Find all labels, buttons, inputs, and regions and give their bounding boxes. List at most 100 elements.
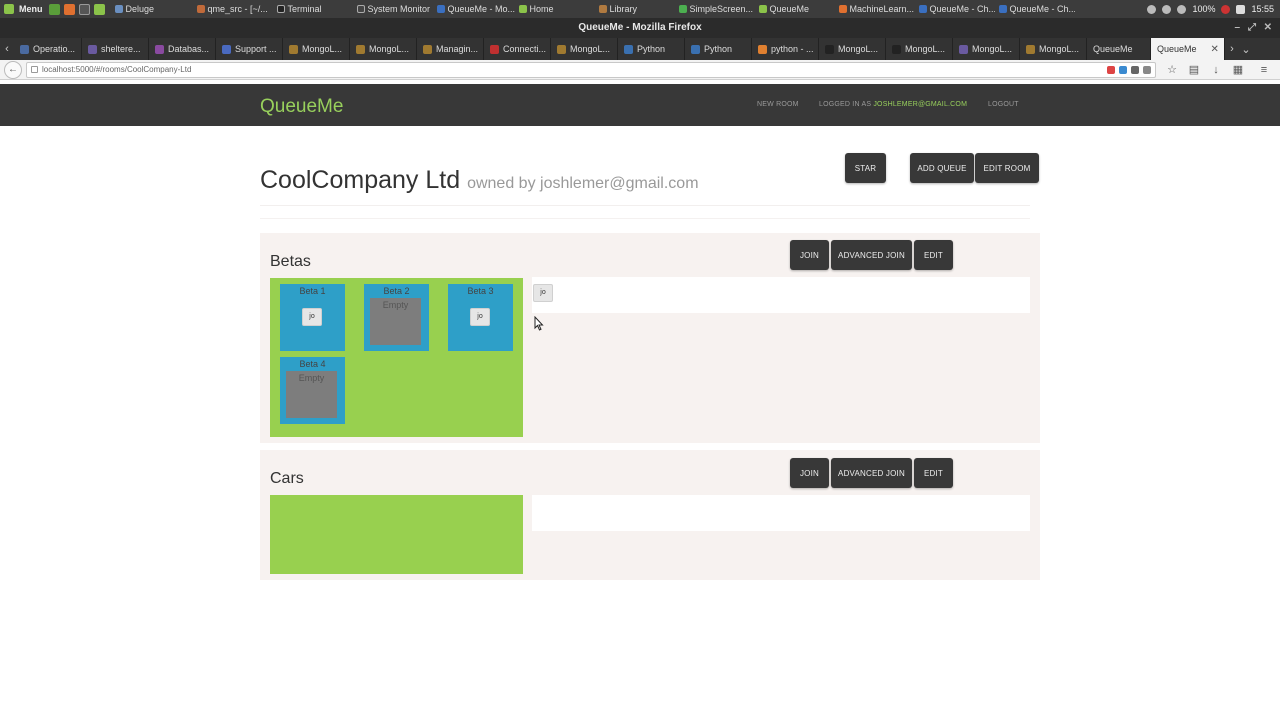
bookmark-star-icon[interactable]: ☆ (1166, 64, 1178, 76)
tab[interactable]: Python (618, 38, 685, 60)
tab[interactable]: QueueMe (1087, 38, 1151, 60)
chrome-icon (918, 5, 927, 13)
tab[interactable]: MongoL... (350, 38, 417, 60)
edit-room-button[interactable]: EDIT ROOM (975, 153, 1039, 183)
task-qme-src[interactable]: qme_src - [~/... (193, 0, 273, 18)
tab[interactable]: python - ... (752, 38, 819, 60)
hamburger-menu-icon[interactable]: ≡ (1258, 64, 1270, 76)
quick-launchers (48, 3, 105, 15)
tab[interactable]: Connecti... (484, 38, 551, 60)
clock[interactable]: 15:55 (1251, 4, 1274, 14)
edit-queue-button[interactable]: EDIT (914, 458, 953, 488)
user-icon[interactable] (1147, 4, 1157, 14)
extensions-icon[interactable]: ▦ (1232, 64, 1244, 76)
terminal-launcher-icon[interactable] (78, 3, 90, 15)
edit-queue-button[interactable]: EDIT (914, 240, 953, 270)
maximize-icon[interactable]: ⤢ (1248, 18, 1256, 38)
brand-logo[interactable]: QueueMe (260, 96, 343, 118)
url-bar[interactable]: localhost:5000/#/rooms/CoolCompany-Ltd (26, 61, 1156, 78)
slot-beta-4[interactable]: Beta 4 Empty (280, 357, 345, 424)
show-desktop-icon[interactable] (48, 3, 60, 15)
tab[interactable]: Operatio... (14, 38, 82, 60)
waiting-list: jo (532, 277, 1030, 313)
tab[interactable]: MongoL... (283, 38, 350, 60)
tab[interactable]: MongoL... (886, 38, 953, 60)
battery-level[interactable]: 100% (1192, 4, 1215, 14)
task-library[interactable]: Library (595, 0, 675, 18)
close-window-icon[interactable]: ✕ (1264, 18, 1272, 38)
tab-scroll-left-icon[interactable]: ‹ (0, 38, 14, 60)
files-launcher-icon[interactable] (93, 3, 105, 15)
addon-icon[interactable] (1131, 65, 1139, 74)
reading-list-icon[interactable]: ▤ (1188, 64, 1200, 76)
tab[interactable]: Databas... (149, 38, 216, 60)
task-home[interactable]: Home (515, 0, 595, 18)
firefox-launcher-icon[interactable] (63, 3, 75, 15)
logout-link[interactable]: LOGOUT (988, 101, 1019, 108)
add-queue-button[interactable]: ADD QUEUE (910, 153, 974, 183)
python-icon (624, 44, 633, 54)
star-button[interactable]: STAR (845, 153, 886, 183)
tab-active[interactable]: QueueMe ✕ (1151, 38, 1225, 60)
queue-panel-cars: Cars JOIN ADVANCED JOIN EDIT (260, 450, 1040, 580)
github-icon (825, 44, 834, 54)
room-name: CoolCompany Ltd (260, 166, 461, 194)
addon-icon[interactable] (1119, 65, 1127, 74)
system-tray: 100% 15:55 (1147, 4, 1280, 14)
url-text[interactable]: localhost:5000/#/rooms/CoolCompany-Ltd (42, 65, 191, 74)
tab-list-icon[interactable]: ⌄ (1239, 38, 1253, 60)
site-info-icon[interactable] (31, 66, 38, 73)
tab[interactable]: Support ... (216, 38, 283, 60)
record-indicator-icon[interactable] (1221, 4, 1231, 14)
task-queueme-folder[interactable]: QueueMe (755, 0, 835, 18)
start-menu-button[interactable]: Menu (0, 0, 49, 18)
waiting-user-chip[interactable]: jo (533, 284, 553, 302)
tab-strip: ‹ Operatio... sheltere... Databas... Sup… (0, 38, 1280, 60)
back-icon[interactable]: ← (4, 60, 22, 79)
task-label: QueueMe - Mo... (447, 4, 515, 14)
addon-icon[interactable] (1107, 65, 1115, 74)
tab[interactable]: Python (685, 38, 752, 60)
tab-label: Databas... (168, 44, 210, 54)
tab[interactable]: sheltere... (82, 38, 149, 60)
close-tab-icon[interactable]: ✕ (1211, 44, 1219, 55)
task-deluge[interactable]: Deluge (111, 0, 193, 18)
task-machinelearn[interactable]: MachineLearn... (835, 0, 915, 18)
shield-icon[interactable] (1236, 4, 1246, 14)
slot-beta-1[interactable]: Beta 1 jo (280, 284, 345, 351)
tab-label: MongoL... (1039, 44, 1080, 54)
tab-label: MongoL... (570, 44, 611, 54)
tab[interactable]: MongoL... (953, 38, 1020, 60)
tab[interactable]: MongoL... (819, 38, 886, 60)
download-icon[interactable]: ↓ (1210, 64, 1222, 76)
task-system-monitor[interactable]: System Monitor (353, 0, 433, 18)
network-icon[interactable] (1162, 4, 1172, 14)
user-email-link[interactable]: JOSHLEMER@GMAIL.COM (873, 101, 967, 108)
task-queueme-mongo[interactable]: QueueMe - Mo... (433, 0, 515, 18)
tab[interactable]: MongoL... (551, 38, 618, 60)
slot-beta-2[interactable]: Beta 2 Empty (364, 284, 429, 351)
slot-occupant-chip[interactable]: jo (302, 308, 322, 326)
join-button[interactable]: JOIN (790, 240, 829, 270)
task-queueme-chrome-2[interactable]: QueueMe - Ch... (995, 0, 1075, 18)
advanced-join-button[interactable]: ADVANCED JOIN (831, 240, 912, 270)
tab-label: QueueMe (1093, 44, 1133, 54)
tab-label: Operatio... (33, 44, 76, 54)
new-room-link[interactable]: NEW ROOM (757, 101, 799, 108)
slot-occupant-chip[interactable]: jo (470, 308, 490, 326)
task-terminal[interactable]: Terminal (273, 0, 353, 18)
task-simplescreen[interactable]: SimpleScreen... (675, 0, 755, 18)
volume-icon[interactable] (1177, 4, 1187, 14)
slot-empty-placeholder: Empty (370, 298, 421, 345)
join-button[interactable]: JOIN (790, 458, 829, 488)
room-title: CoolCompany Ltd owned by joshlemer@gmail… (260, 166, 699, 195)
tab-scroll-right-icon[interactable]: › (1225, 38, 1239, 60)
tab-label: MongoL... (838, 44, 879, 54)
advanced-join-button[interactable]: ADVANCED JOIN (831, 458, 912, 488)
tab[interactable]: MongoL... (1020, 38, 1087, 60)
reload-icon[interactable] (1143, 65, 1151, 74)
task-queueme-chrome-1[interactable]: QueueMe - Ch... (915, 0, 995, 18)
tab[interactable]: Managin... (417, 38, 484, 60)
minimize-icon[interactable]: – (1234, 18, 1240, 38)
slot-beta-3[interactable]: Beta 3 jo (448, 284, 513, 351)
